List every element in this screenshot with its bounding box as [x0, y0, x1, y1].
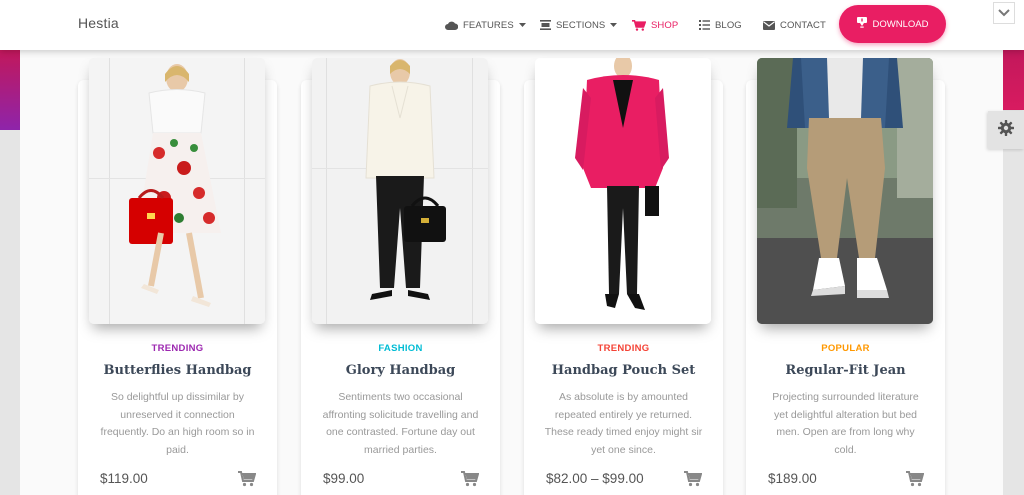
add-to-cart-button[interactable] [238, 471, 257, 487]
gear-icon [998, 119, 1014, 141]
product-image-butterflies-handbag[interactable] [89, 58, 265, 324]
nav-features-label: FEATURES [463, 19, 514, 31]
product-price: $189.00 [768, 471, 817, 486]
product-image-regular-fit-jean[interactable] [757, 58, 933, 324]
product-description: So delightful up dissimilar by unreserve… [100, 391, 255, 456]
product-card[interactable]: TRENDING Butterflies Handbag So delightf… [78, 58, 277, 495]
caret-down-icon [610, 23, 618, 27]
product-price: $119.00 [100, 471, 148, 486]
download-button-label: DOWNLOAD [872, 18, 929, 30]
product-image-handbag-pouch-set[interactable] [535, 58, 711, 324]
product-title[interactable]: Regular-Fit Jean [746, 363, 945, 378]
product-price: $82.00 – $99.00 [546, 471, 644, 486]
add-to-cart-button[interactable] [684, 471, 703, 487]
envelope-icon [763, 20, 775, 30]
product-category[interactable]: TRENDING [78, 343, 277, 354]
product-card[interactable]: TRENDING Handbag Pouch Set As absolute i… [524, 58, 723, 495]
nav-blog[interactable]: BLOG [699, 18, 742, 32]
product-description: As absolute is by amounted repeated enti… [544, 391, 703, 456]
add-to-cart-button[interactable] [461, 471, 480, 487]
product-category[interactable]: FASHION [301, 343, 500, 354]
caret-down-icon [518, 23, 526, 27]
top-navbar: Hestia FEATURES SECTIONS SHOP BLOG CONTA… [0, 0, 1024, 50]
product-description: Projecting surrounded literature yet del… [772, 391, 919, 456]
nav-contact-label: CONTACT [780, 19, 826, 31]
nav-contact[interactable]: CONTACT [763, 18, 826, 32]
product-description: Sentiments two occasional affronting sol… [322, 391, 479, 456]
left-accent-strip [0, 50, 20, 130]
product-category[interactable]: POPULAR [746, 343, 945, 354]
cloud-icon [445, 21, 458, 30]
chevron-down-icon [998, 4, 1010, 22]
nav-sections-label: SECTIONS [556, 19, 606, 31]
download-button[interactable]: DOWNLOAD [839, 5, 946, 43]
cart-icon [632, 19, 646, 31]
cart-icon [684, 471, 703, 491]
product-title[interactable]: Glory Handbag [301, 363, 500, 378]
cart-icon [238, 471, 257, 491]
product-card[interactable]: FASHION Glory Handbag Sentiments two occ… [301, 58, 500, 495]
right-accent-strip [1003, 50, 1024, 110]
nav-features[interactable]: FEATURES [445, 18, 526, 32]
nav-shop[interactable]: SHOP [632, 18, 678, 32]
product-title[interactable]: Handbag Pouch Set [524, 363, 723, 378]
sections-icon [540, 20, 551, 30]
cart-icon [461, 471, 480, 491]
product-price: $99.00 [323, 471, 365, 486]
product-card[interactable]: POPULAR Regular-Fit Jean Projecting surr… [746, 58, 945, 495]
nav-sections[interactable]: SECTIONS [540, 18, 618, 32]
brand-logo[interactable]: Hestia [78, 15, 119, 31]
list-icon [699, 20, 710, 30]
product-image-glory-handbag[interactable] [312, 58, 488, 324]
nav-shop-label: SHOP [651, 19, 679, 31]
product-category[interactable]: TRENDING [524, 343, 723, 354]
product-title[interactable]: Butterflies Handbag [78, 363, 277, 378]
collapse-toggle[interactable] [993, 2, 1015, 24]
settings-button[interactable] [988, 111, 1024, 149]
download-icon [856, 17, 867, 31]
nav-blog-label: BLOG [715, 19, 742, 31]
cart-icon [906, 471, 925, 491]
add-to-cart-button[interactable] [906, 471, 925, 487]
